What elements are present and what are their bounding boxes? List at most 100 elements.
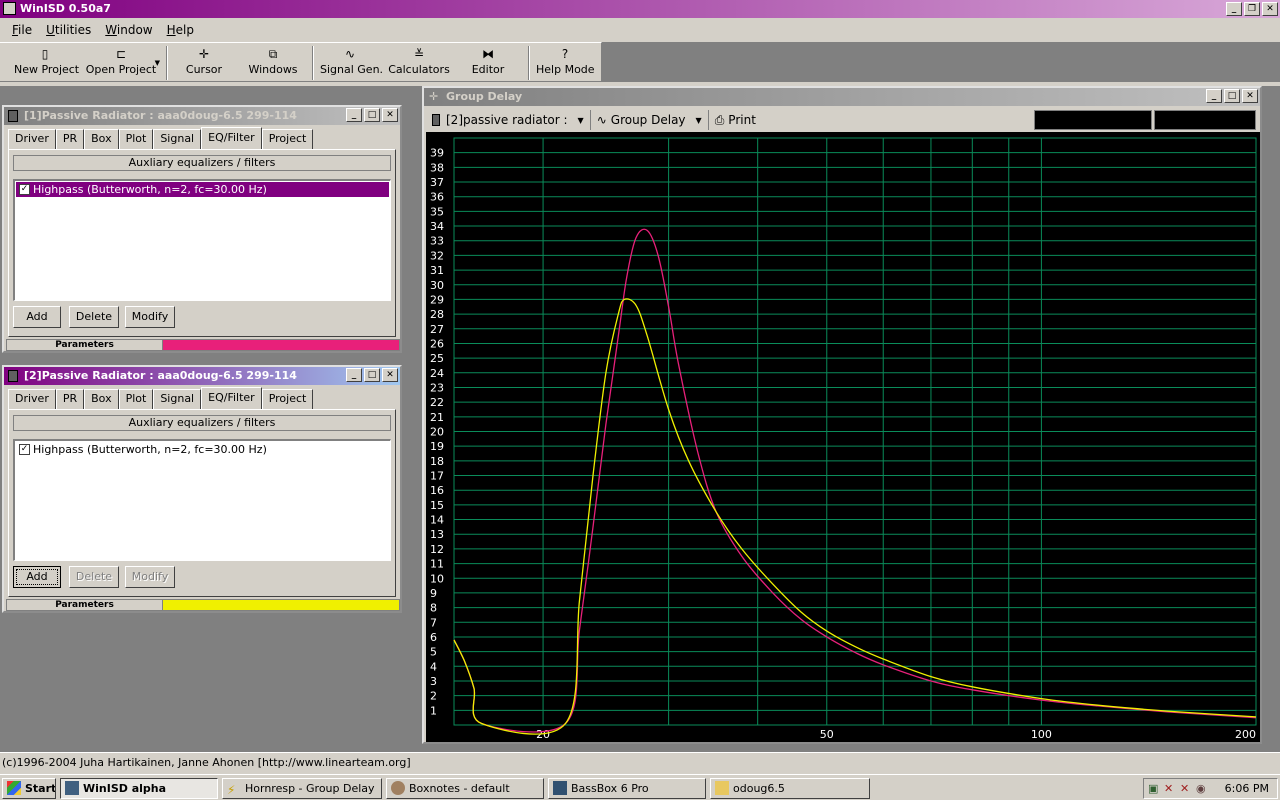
group-delay-plot[interactable]: 1 2 3 4 5 6 7 8 9 10 11 12 13 14 15 16 17 18 19 20 21 22 23 24 2… <box>426 132 1260 742</box>
parameters-bar[interactable]: Parameters <box>6 599 400 611</box>
network-icon[interactable]: ▣ <box>1148 779 1158 798</box>
modify-button[interactable]: Modify <box>125 566 175 588</box>
filter-list[interactable]: ✓ Highpass (Butterworth, n=2, fc=30.00 H… <box>13 179 391 301</box>
taskbar: Start WinISD alpha ⚡ Hornresp - Group De… <box>0 774 1280 800</box>
minimize-button[interactable]: _ <box>1206 89 1222 103</box>
filter-enable-checkbox[interactable]: ✓ <box>19 184 30 195</box>
cursor-button[interactable]: ✛ Cursor <box>176 45 232 81</box>
x-tick-label: 200 <box>1235 728 1256 741</box>
maximize-button[interactable]: □ <box>364 368 380 382</box>
y-tick-label: 13 <box>430 528 444 541</box>
signal-gen-button[interactable]: ∿ Signal Gen. <box>320 45 383 81</box>
windows-button[interactable]: ⧉ Windows <box>244 45 302 81</box>
boxnotes-icon <box>391 781 405 795</box>
modify-button[interactable]: Modify <box>125 306 175 328</box>
tab-pr[interactable]: PR <box>55 389 85 409</box>
tab-signal[interactable]: Signal <box>153 129 202 149</box>
close-button[interactable]: ✕ <box>382 368 398 382</box>
aux-filters-label: Auxliary equalizers / filters <box>13 155 391 171</box>
task-odoug[interactable]: odoug6.5 <box>710 778 870 799</box>
restore-button[interactable]: ❐ <box>1244 2 1260 16</box>
editor-button[interactable]: ⧓ Editor <box>466 45 510 81</box>
project-window-2-titlebar[interactable]: [2]Passive Radiator : aaa0doug-6.5 299-1… <box>4 367 400 385</box>
windows-logo-icon <box>7 781 21 795</box>
tab-box[interactable]: Box <box>84 129 119 149</box>
close-button[interactable]: ✕ <box>1242 89 1258 103</box>
new-project-button[interactable]: ▯ New Project <box>14 45 79 81</box>
y-tick-label: 10 <box>430 572 444 585</box>
filter-enable-checkbox[interactable]: ✓ <box>19 444 30 455</box>
menu-file[interactable]: File <box>12 23 32 37</box>
network-disconnected-icon[interactable]: ✕ <box>1180 779 1189 798</box>
task-bassbox[interactable]: BassBox 6 Pro <box>548 778 706 799</box>
tab-project[interactable]: Project <box>261 129 314 149</box>
group-delay-chart[interactable]: 1234567891011121314151617181920212223242… <box>426 132 1260 742</box>
print-button[interactable]: ⎙ Print <box>709 110 762 130</box>
y-tick-label: 23 <box>430 381 444 394</box>
y-tick-label: 17 <box>430 470 444 483</box>
menu-utilities[interactable]: Utilities <box>46 23 91 37</box>
list-item[interactable]: ✓ Highpass (Butterworth, n=2, fc=30.00 H… <box>16 442 389 457</box>
parameters-bar[interactable]: Parameters <box>6 339 400 351</box>
task-winisd[interactable]: WinISD alpha <box>60 778 218 799</box>
list-item[interactable]: ✓ Highpass (Butterworth, n=2, fc=30.00 H… <box>16 182 389 197</box>
close-button[interactable]: ✕ <box>382 108 398 122</box>
help-mode-button[interactable]: ? Help Mode <box>536 45 595 81</box>
volume-icon[interactable]: ◉ <box>1196 779 1206 798</box>
calculators-button[interactable]: ≚ Calculators <box>388 45 450 81</box>
project-select[interactable]: [2]passive radiator : ▼ <box>426 110 591 130</box>
tab-project[interactable]: Project <box>261 389 314 409</box>
group-delay-titlebar[interactable]: ✛ Group Delay _ □ ✕ <box>424 88 1260 106</box>
winisd-icon <box>65 781 79 795</box>
cursor-readout-x <box>1034 110 1152 130</box>
add-button[interactable]: Add <box>13 306 61 328</box>
project-2-tabs: Driver PR Box Plot Signal EQ/Filter Proj… <box>8 387 314 409</box>
y-tick-label: 29 <box>430 293 444 306</box>
folder-icon <box>715 781 729 795</box>
tab-box[interactable]: Box <box>84 389 119 409</box>
tab-pr[interactable]: PR <box>55 129 85 149</box>
tab-plot[interactable]: Plot <box>118 389 154 409</box>
maximize-button[interactable]: □ <box>1224 89 1240 103</box>
y-tick-label: 39 <box>430 147 444 160</box>
tab-driver[interactable]: Driver <box>8 129 56 149</box>
app-title: WinISD 0.50a7 <box>20 2 111 15</box>
start-button[interactable]: Start <box>2 778 56 799</box>
delete-button[interactable]: Delete <box>69 566 119 588</box>
tab-driver[interactable]: Driver <box>8 389 56 409</box>
close-button[interactable]: ✕ <box>1262 2 1278 16</box>
add-button[interactable]: Add <box>13 566 61 588</box>
open-project-button[interactable]: ⊏ Open Project ▼ <box>82 45 160 81</box>
filter-list[interactable]: ✓ Highpass (Butterworth, n=2, fc=30.00 H… <box>13 439 391 561</box>
menu-window[interactable]: Window <box>105 23 152 37</box>
tab-eq-filter[interactable]: EQ/Filter <box>201 127 262 149</box>
task-boxnotes[interactable]: Boxnotes - default <box>386 778 544 799</box>
y-tick-label: 16 <box>430 484 444 497</box>
open-project-dropdown-icon[interactable]: ▼ <box>155 59 160 67</box>
clock[interactable]: 6:06 PM <box>1225 779 1269 798</box>
status-bar: (c)1996-2004 Juha Hartikainen, Janne Aho… <box>0 752 1280 774</box>
project-window-2: [2]Passive Radiator : aaa0doug-6.5 299-1… <box>2 365 402 613</box>
project-window-1-titlebar[interactable]: [1]Passive Radiator : aaa0doug-6.5 299-1… <box>4 107 400 125</box>
plot-type-select[interactable]: ∿ Group Delay ▼ <box>591 110 709 130</box>
minimize-button[interactable]: _ <box>1226 2 1242 16</box>
tab-plot[interactable]: Plot <box>118 129 154 149</box>
app-title-bar: WinISD 0.50a7 _ ❐ ✕ <box>0 0 1280 18</box>
group-delay-window: ✛ Group Delay _ □ ✕ [2]passive radiator … <box>422 86 1262 744</box>
tab-eq-filter[interactable]: EQ/Filter <box>201 387 262 409</box>
pencil-icon: ⚡ <box>227 783 236 797</box>
menu-help[interactable]: Help <box>167 23 194 37</box>
cursor-readout-y <box>1154 110 1256 130</box>
y-tick-label: 36 <box>430 191 444 204</box>
help-question-icon: ? <box>561 47 569 61</box>
minimize-button[interactable]: _ <box>346 108 362 122</box>
maximize-button[interactable]: □ <box>364 108 380 122</box>
y-tick-label: 38 <box>430 161 444 174</box>
tab-signal[interactable]: Signal <box>153 389 202 409</box>
parameters-label: Parameters <box>7 340 163 350</box>
minimize-button[interactable]: _ <box>346 368 362 382</box>
network-disconnected-icon[interactable]: ✕ <box>1164 779 1173 798</box>
y-tick-label: 11 <box>430 558 444 571</box>
task-hornresp[interactable]: ⚡ Hornresp - Group Delay <box>222 778 382 799</box>
delete-button[interactable]: Delete <box>69 306 119 328</box>
